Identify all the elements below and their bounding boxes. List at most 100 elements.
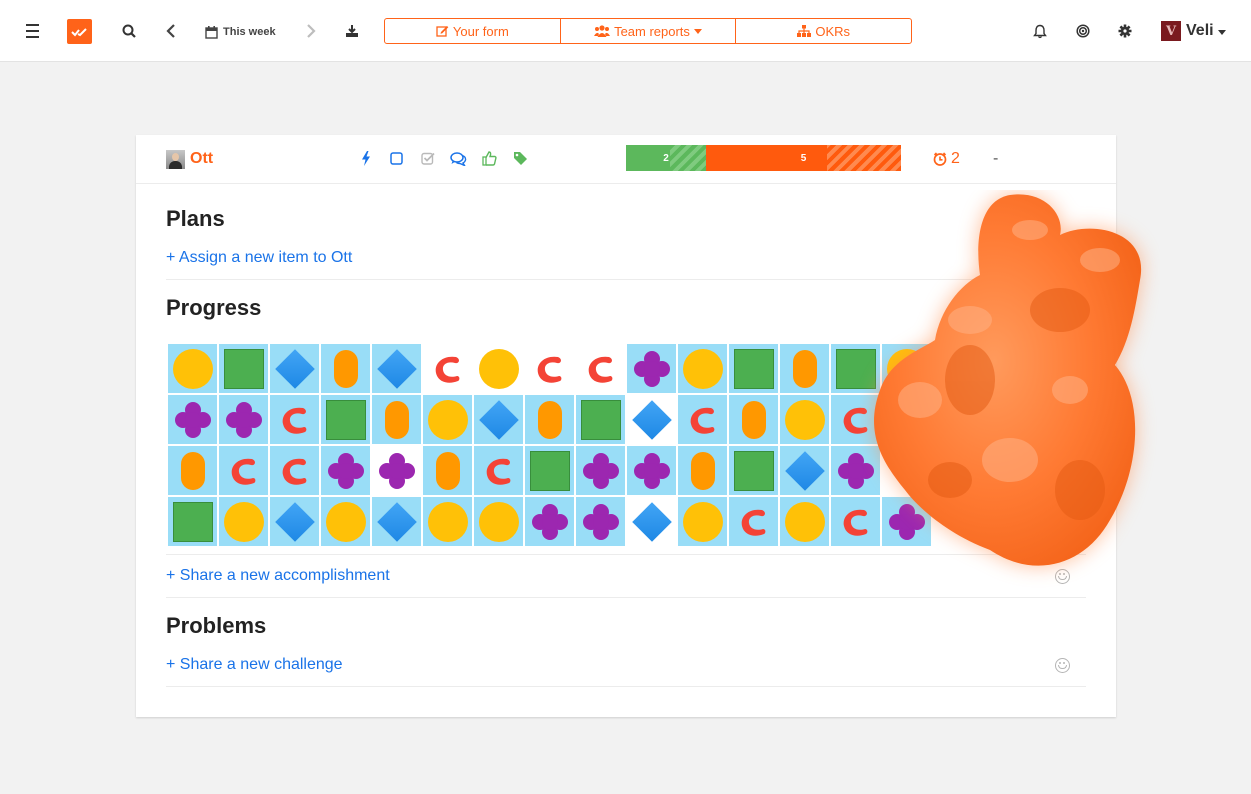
smiley-icon[interactable] <box>1055 658 1070 673</box>
game-cell[interactable] <box>729 446 778 495</box>
game-cell[interactable] <box>525 446 574 495</box>
game-cell[interactable] <box>831 395 880 444</box>
c-candy-icon <box>481 453 517 489</box>
game-cell[interactable] <box>219 446 268 495</box>
game-cell[interactable] <box>168 395 217 444</box>
game-cell[interactable] <box>270 344 319 393</box>
progress-bar[interactable]: 2 5 <box>626 145 901 171</box>
game-cell[interactable] <box>780 497 829 546</box>
person[interactable]: Ott <box>166 149 213 169</box>
target-icon[interactable] <box>1074 18 1092 44</box>
report-card: Ott 2 5 2 - Plans + Assign a new item to… <box>136 135 1116 717</box>
game-cell[interactable] <box>729 344 778 393</box>
game-cell[interactable] <box>270 446 319 495</box>
game-cell[interactable] <box>678 344 727 393</box>
game-cell[interactable] <box>219 395 268 444</box>
nav-okrs[interactable]: OKRs <box>736 19 911 43</box>
chevron-left-icon[interactable] <box>162 18 180 44</box>
assign-item-link[interactable]: + Assign a new item to Ott <box>166 249 352 267</box>
bolt-icon[interactable] <box>357 150 374 167</box>
game-cell[interactable] <box>525 395 574 444</box>
game-cell[interactable] <box>474 446 523 495</box>
bell-icon[interactable] <box>1031 18 1049 44</box>
game-cell[interactable] <box>780 344 829 393</box>
gear-icon[interactable] <box>1116 18 1134 44</box>
game-cell[interactable] <box>372 395 421 444</box>
game-cell[interactable] <box>474 497 523 546</box>
game-cell[interactable] <box>780 446 829 495</box>
game-cell[interactable] <box>270 497 319 546</box>
game-cell[interactable] <box>576 497 625 546</box>
game-cell[interactable] <box>321 344 370 393</box>
game-cell[interactable] <box>423 446 472 495</box>
game-cell[interactable] <box>576 395 625 444</box>
game-cell[interactable] <box>627 344 676 393</box>
game-cell[interactable] <box>270 395 319 444</box>
pill-candy-icon <box>690 451 715 490</box>
game-cell[interactable] <box>321 395 370 444</box>
nav-team-reports[interactable]: Team reports <box>561 19 737 43</box>
share-challenge-link[interactable]: + Share a new challenge <box>166 656 343 674</box>
game-cell[interactable] <box>372 344 421 393</box>
game-cell[interactable] <box>882 344 931 393</box>
game-cell[interactable] <box>219 344 268 393</box>
square-icon[interactable] <box>388 150 405 167</box>
game-cell[interactable] <box>882 497 931 546</box>
game-cell[interactable] <box>423 395 472 444</box>
check-square-icon[interactable] <box>419 150 436 167</box>
game-cell[interactable] <box>168 446 217 495</box>
nav-your-form-label: Your form <box>452 23 509 39</box>
game-cell[interactable] <box>627 395 676 444</box>
game-cell[interactable] <box>423 344 472 393</box>
timer[interactable]: 2 <box>933 150 960 168</box>
game-cell[interactable] <box>525 497 574 546</box>
game-grid[interactable] <box>166 342 1086 547</box>
game-cell[interactable] <box>678 446 727 495</box>
diamond-candy-icon <box>631 501 672 542</box>
edit-icon <box>436 26 449 37</box>
game-cell[interactable] <box>372 446 421 495</box>
app-logo[interactable] <box>67 19 92 44</box>
game-cell[interactable] <box>525 344 574 393</box>
sitemap-icon <box>797 25 812 37</box>
game-cell[interactable] <box>831 497 880 546</box>
game-cell[interactable] <box>321 497 370 546</box>
plans-title: Plans <box>166 206 225 231</box>
thumbs-up-icon[interactable] <box>481 150 498 167</box>
game-cell[interactable] <box>474 344 523 393</box>
game-cell[interactable] <box>729 395 778 444</box>
game-cell[interactable] <box>831 344 880 393</box>
smiley-icon[interactable] <box>1055 569 1070 584</box>
game-cell[interactable] <box>831 446 880 495</box>
game-cell[interactable] <box>576 446 625 495</box>
week-selector[interactable]: This week <box>205 24 276 40</box>
circle-candy-icon <box>172 348 213 389</box>
comments-icon[interactable] <box>450 150 467 167</box>
user-avatar: V <box>1161 21 1181 41</box>
game-cell[interactable] <box>423 497 472 546</box>
game-cell[interactable] <box>321 446 370 495</box>
search-icon[interactable] <box>119 18 139 44</box>
game-cell[interactable] <box>729 497 778 546</box>
game-cell[interactable] <box>168 497 217 546</box>
game-cell[interactable] <box>678 395 727 444</box>
user-menu[interactable]: V Veli <box>1161 21 1226 41</box>
game-cell[interactable] <box>627 446 676 495</box>
game-cell[interactable] <box>168 344 217 393</box>
game-cell[interactable] <box>372 497 421 546</box>
share-accomplishment-link[interactable]: + Share a new accomplishment <box>166 567 390 585</box>
square-candy-icon <box>223 348 264 389</box>
c-candy-icon <box>838 504 874 540</box>
menu-icon[interactable] <box>22 18 42 44</box>
chevron-right-icon[interactable] <box>302 18 320 44</box>
game-cell[interactable] <box>219 497 268 546</box>
tag-icon[interactable] <box>512 150 529 167</box>
game-cell[interactable] <box>627 497 676 546</box>
game-cell[interactable] <box>576 344 625 393</box>
game-cell[interactable] <box>780 395 829 444</box>
download-icon[interactable] <box>343 18 361 44</box>
nav-your-form[interactable]: Your form <box>385 19 561 43</box>
game-cell[interactable] <box>474 395 523 444</box>
game-cell[interactable] <box>678 497 727 546</box>
circle-candy-icon <box>784 399 825 440</box>
